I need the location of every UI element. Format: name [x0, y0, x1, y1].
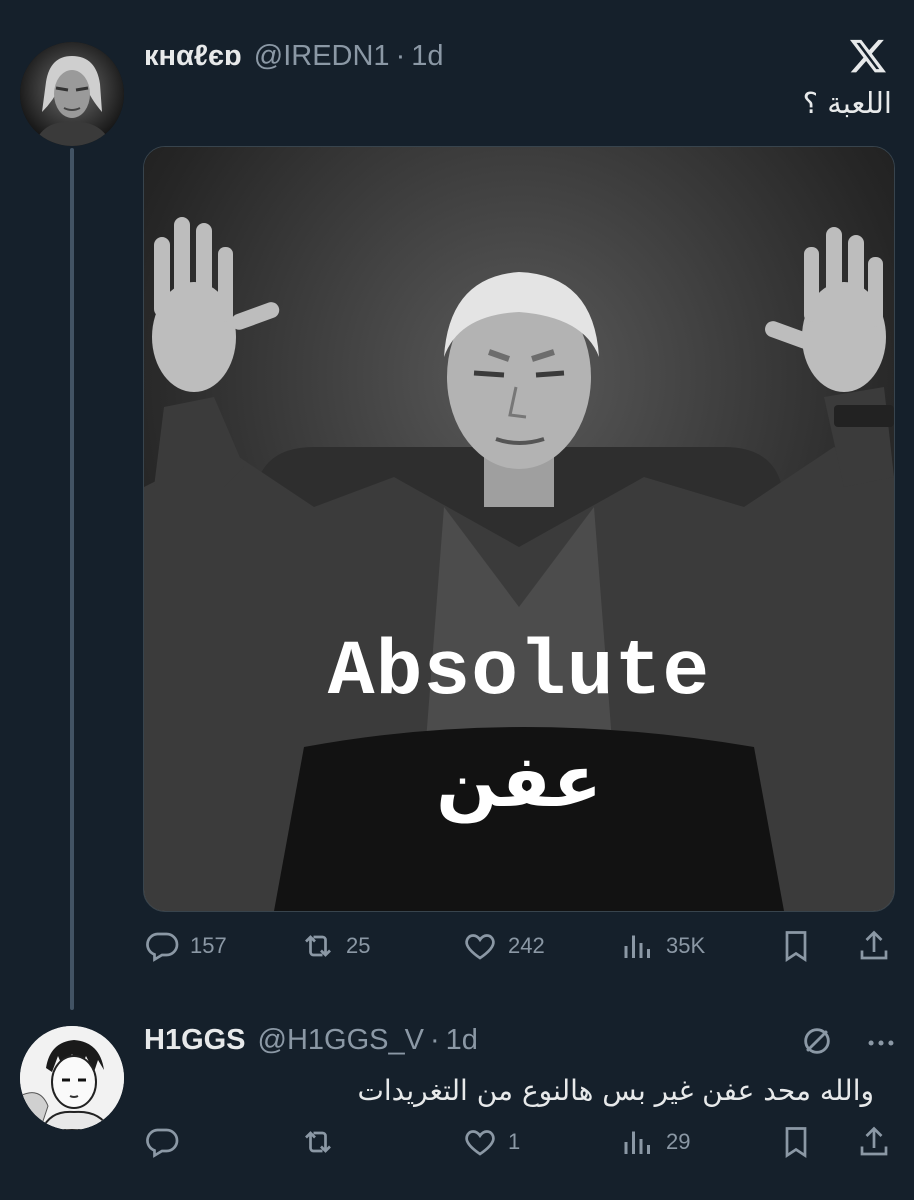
views-button[interactable]: 35K: [620, 928, 705, 964]
repost-button[interactable]: [300, 1124, 346, 1160]
image-overlay-text-arabic: عفن: [436, 739, 602, 823]
image-overlay-text: Absolute: [327, 629, 711, 717]
share-icon: [860, 930, 888, 960]
like-count: 1: [508, 1129, 521, 1154]
user-handle[interactable]: @H1GGS_V: [258, 1024, 424, 1057]
heart-icon: [465, 934, 495, 960]
thread-line: [70, 148, 74, 1010]
timestamp[interactable]: 1d: [411, 40, 443, 73]
bookmark-icon: [785, 931, 807, 963]
views-count: 29: [666, 1129, 691, 1154]
repost-icon: [305, 935, 331, 957]
reply-button[interactable]: [144, 1124, 190, 1160]
reply-count: 157: [190, 933, 227, 958]
avatar[interactable]: [20, 1026, 124, 1130]
reply-button[interactable]: 157: [144, 928, 227, 964]
heart-icon: [465, 1130, 495, 1156]
separator: ·: [429, 1024, 440, 1056]
like-count: 242: [508, 933, 545, 958]
tweet-image[interactable]: Absolute عفن: [143, 146, 895, 912]
like-button[interactable]: 1: [462, 1124, 520, 1160]
no-sign-icon[interactable]: [800, 1024, 834, 1058]
more-icon[interactable]: [864, 1026, 898, 1060]
tweet-text: اللعبة ؟: [802, 86, 892, 120]
views-icon: [624, 935, 650, 958]
display-name[interactable]: H1GGS: [144, 1024, 246, 1057]
views-button[interactable]: 29: [620, 1124, 690, 1160]
reply-icon: [146, 1128, 179, 1158]
display-name[interactable]: кнαℓєɒ: [144, 40, 242, 73]
bookmark-icon: [785, 1127, 807, 1159]
bookmark-button[interactable]: [778, 928, 814, 964]
share-button[interactable]: [856, 1124, 892, 1160]
tweet-actions: 157 25 242 35K: [144, 928, 894, 972]
reply-icon: [146, 932, 179, 962]
repost-button[interactable]: 25: [300, 928, 370, 964]
repost-icon: [305, 1131, 331, 1153]
separator: ·: [395, 40, 406, 72]
user-handle[interactable]: @IREDN1: [254, 40, 390, 73]
x-logo-icon[interactable]: [848, 36, 888, 76]
bookmark-button[interactable]: [778, 1124, 814, 1160]
share-icon: [860, 1126, 888, 1156]
tweet-text: والله محد عفن غير بس هالنوع من التغريدات: [357, 1074, 874, 1107]
avatar[interactable]: [20, 42, 124, 146]
like-button[interactable]: 242: [462, 928, 545, 964]
share-button[interactable]: [856, 928, 892, 964]
timestamp[interactable]: 1d: [446, 1024, 478, 1057]
repost-count: 25: [346, 933, 371, 958]
views-count: 35K: [666, 933, 706, 958]
views-icon: [624, 1131, 650, 1154]
tweet-actions: 1 29: [144, 1124, 894, 1168]
